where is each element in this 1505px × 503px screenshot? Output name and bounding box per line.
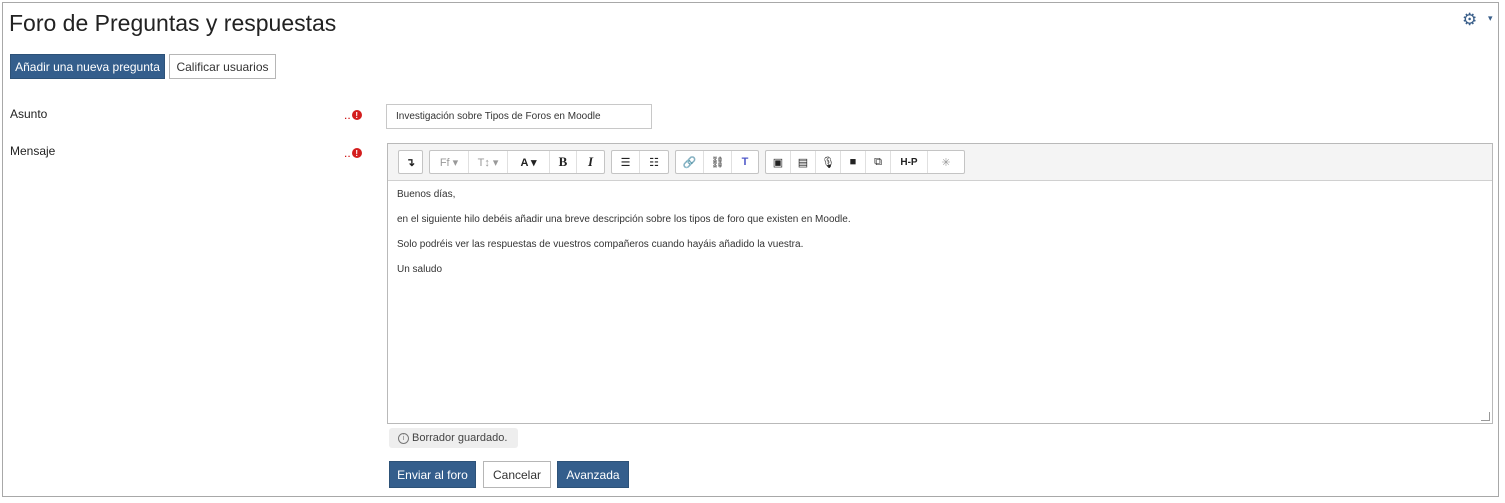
draft-status: i Borrador guardado. [389,428,518,448]
bold-button[interactable]: B [550,151,577,173]
toolbar-group-media: ▣ ▤ 🎙 ■ ⧉ H-P ✳ [765,150,965,174]
page-title: Foro de Preguntas y respuestas [9,10,337,36]
record-audio-button[interactable]: 🎙 [816,151,841,173]
manage-files-button[interactable]: ⧉ [866,151,891,173]
unlink-button[interactable]: ⛓ [704,151,732,173]
font-family-button[interactable]: Ff ▾ [430,151,469,173]
required-indicator: ..! [344,108,362,122]
editor-content[interactable]: Buenos días, en el siguiente hilo debéis… [397,188,851,288]
toolbar-group-links: 🔗 ⛓ T [675,150,759,174]
toolbar-group-style: Ff ▾ T↕ ▾ A ▾ B I [429,150,605,174]
required-icon: ! [351,148,362,158]
gear-icon[interactable]: ⚙ [1462,10,1477,30]
add-question-button[interactable]: Añadir una nueva pregunta [10,54,165,79]
submit-button[interactable]: Enviar al foro [389,461,476,488]
toolbar-group-collapse: ↴ [398,150,423,174]
message-paragraph: Solo podréis ver las respuestas de vuest… [397,239,804,250]
link-button[interactable]: 🔗 [676,151,704,173]
message-paragraph: en el siguiente hilo debéis añadir una b… [397,214,851,225]
editor-toolbar: ↴ Ff ▾ T↕ ▾ A ▾ B I ☰ ☷ 🔗 ⛓ T ▣ ▤ 🎙 ■ ⧉ … [388,144,1492,181]
subject-label: Asunto [10,107,48,121]
message-label: Mensaje [10,144,56,158]
resize-handle[interactable] [1481,412,1490,421]
record-video-button[interactable]: ■ [841,151,866,173]
bullet-list-button[interactable]: ☰ [612,151,640,173]
message-editor[interactable]: ↴ Ff ▾ T↕ ▾ A ▾ B I ☰ ☷ 🔗 ⛓ T ▣ ▤ 🎙 ■ ⧉ … [387,143,1493,424]
chevron-down-icon[interactable]: ▾ [1488,13,1493,24]
message-paragraph: Buenos días, [397,189,456,200]
grade-users-button[interactable]: Calificar usuarios [169,54,276,79]
media-button[interactable]: ▤ [791,151,816,173]
required-indicator: ..! [344,146,362,160]
image-button[interactable]: ▣ [766,151,791,173]
numbered-list-button[interactable]: ☷ [640,151,668,173]
draft-status-text: Borrador guardado. [412,432,508,444]
font-size-button[interactable]: T↕ ▾ [469,151,508,173]
equation-button[interactable]: ✳ [928,151,964,173]
advanced-button[interactable]: Avanzada [557,461,629,488]
toolbar-group-lists: ☰ ☷ [611,150,669,174]
message-paragraph: Un saludo [397,264,443,275]
subject-input[interactable]: Investigación sobre Tipos de Foros en Mo… [386,104,652,129]
required-icon: ! [351,110,362,120]
font-color-button[interactable]: A ▾ [508,151,550,173]
h5p-button[interactable]: H-P [891,151,928,173]
cancel-button[interactable]: Cancelar [483,461,551,488]
teams-button[interactable]: T [732,151,758,173]
collapse-button[interactable]: ↴ [399,151,422,173]
info-icon: i [398,432,409,444]
italic-button[interactable]: I [577,151,604,173]
